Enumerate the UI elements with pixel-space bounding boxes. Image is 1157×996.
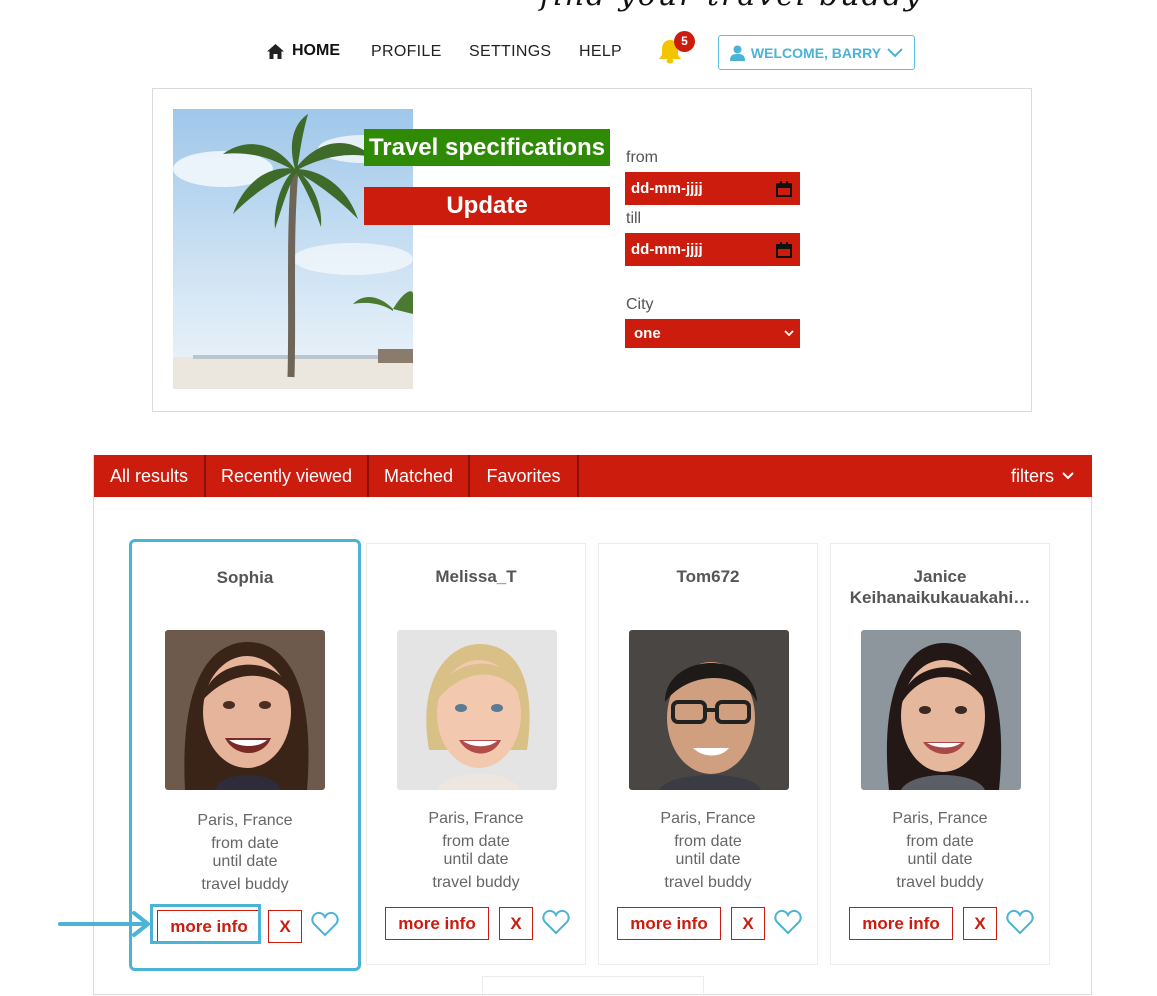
home-icon — [267, 43, 284, 59]
dismiss-button[interactable]: X — [731, 907, 765, 940]
profile-name: Janice Keihanaikukauakahi… — [849, 567, 1031, 607]
dismiss-button[interactable]: X — [963, 907, 997, 940]
heart-icon[interactable] — [774, 908, 802, 936]
tab-matched[interactable]: Matched — [369, 455, 470, 497]
dismiss-button[interactable]: X — [499, 907, 533, 940]
heart-icon[interactable] — [1006, 908, 1034, 936]
profile-type: travel buddy — [896, 874, 984, 891]
tagline: find your travel buddy — [540, 0, 923, 13]
profile-card[interactable]: Janice Keihanaikukauakahi… Paris, France… — [830, 543, 1050, 965]
chevron-down-icon — [784, 330, 794, 337]
user-icon — [729, 45, 745, 61]
tab-recently-viewed[interactable]: Recently viewed — [206, 455, 369, 497]
nav-home-label: HOME — [292, 42, 340, 59]
profile-from-date: from date — [674, 833, 742, 850]
nav-home[interactable]: HOME — [267, 42, 340, 60]
profile-until-date: until date — [907, 851, 973, 868]
heart-icon[interactable] — [311, 910, 339, 938]
more-info-button[interactable]: more info — [385, 907, 489, 940]
travel-spec-title: Travel specifications — [364, 129, 610, 166]
filters-label: filters — [1011, 466, 1055, 486]
nav-help[interactable]: HELP — [579, 43, 622, 61]
till-date-value: dd-mm-jjjj — [631, 241, 703, 258]
city-select[interactable]: one — [625, 319, 800, 348]
profile-photo — [165, 630, 325, 790]
tab-favorites[interactable]: Favorites — [470, 455, 579, 497]
chevron-down-icon — [887, 47, 903, 57]
calendar-icon[interactable] — [776, 180, 792, 197]
nav-profile[interactable]: PROFILE — [371, 43, 442, 61]
nav-settings[interactable]: SETTINGS — [469, 43, 551, 61]
profile-name: Tom672 — [676, 567, 740, 586]
update-button[interactable]: Update — [364, 187, 610, 225]
notification-badge: 5 — [674, 31, 695, 52]
filters-dropdown[interactable]: filters — [1011, 455, 1074, 497]
profile-from-date: from date — [211, 835, 279, 852]
profile-type: travel buddy — [432, 874, 520, 891]
profile-card[interactable]: Melissa_T Paris, France from date until … — [366, 543, 586, 965]
heart-icon[interactable] — [542, 908, 570, 936]
profile-until-date: until date — [212, 853, 278, 870]
profile-from-date: from date — [906, 833, 974, 850]
profile-photo — [861, 630, 1021, 790]
profile-type: travel buddy — [201, 876, 289, 893]
dismiss-button[interactable]: X — [268, 910, 302, 943]
profile-location: Paris, France — [892, 810, 988, 827]
more-info-button[interactable]: more info — [849, 907, 953, 940]
chevron-down-icon — [1062, 472, 1074, 480]
calendar-icon[interactable] — [776, 241, 792, 258]
focus-highlight — [150, 904, 261, 944]
pointer-arrow-icon — [58, 911, 150, 937]
profile-photo — [629, 630, 789, 790]
profile-until-date: until date — [443, 851, 509, 868]
profile-name: Sophia — [216, 568, 274, 587]
profile-location: Paris, France — [660, 810, 756, 827]
profile-from-date: from date — [442, 833, 510, 850]
till-date-input[interactable]: dd-mm-jjjj — [625, 233, 800, 266]
tab-all-results[interactable]: All results — [94, 455, 206, 497]
from-date-value: dd-mm-jjjj — [631, 180, 703, 197]
profile-location: Paris, France — [197, 812, 293, 829]
city-value: one — [634, 325, 661, 342]
profile-card[interactable]: Tom672 Paris, France from date until dat… — [598, 543, 818, 965]
from-date-input[interactable]: dd-mm-jjjj — [625, 172, 800, 205]
profile-location: Paris, France — [428, 810, 524, 827]
profile-until-date: until date — [675, 851, 741, 868]
till-label: till — [626, 210, 642, 227]
profile-type: travel buddy — [664, 874, 752, 891]
next-row-card — [482, 976, 704, 996]
from-label: from — [626, 149, 658, 166]
city-label: City — [626, 296, 654, 313]
welcome-label: WELCOME, BARRY — [750, 44, 882, 61]
user-menu-button[interactable]: WELCOME, BARRY — [718, 35, 915, 70]
profile-name: Melissa_T — [435, 567, 517, 586]
more-info-button[interactable]: more info — [617, 907, 721, 940]
profile-photo — [397, 630, 557, 790]
